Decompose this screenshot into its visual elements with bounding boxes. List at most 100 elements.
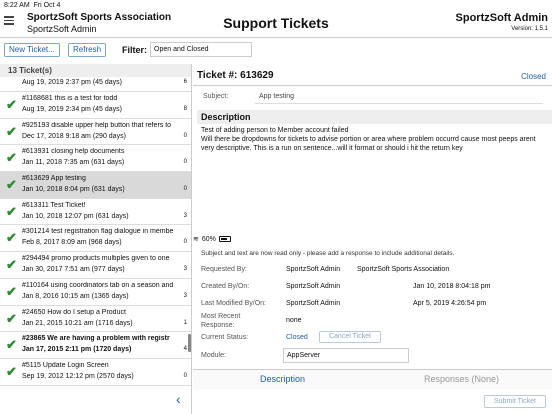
- ticket-date: Aug 19, 2019 2:37 pm (45 days): [22, 79, 123, 86]
- ticket-status-top: Closed: [521, 72, 546, 81]
- cancel-ticket-button[interactable]: Cancel Ticket: [319, 331, 381, 343]
- refresh-button[interactable]: Refresh: [68, 43, 107, 57]
- response-count: 3: [183, 212, 187, 219]
- module-field[interactable]: AppServer: [283, 348, 409, 363]
- ticket-date: Sep 19, 2012 12:12 pm (2570 days): [22, 372, 134, 380]
- list-item[interactable]: ✔ #294494 promo products multiples given …: [0, 252, 191, 279]
- modified-label: Last Modified By/On:: [201, 300, 266, 307]
- check-icon: ✔: [6, 97, 17, 112]
- check-icon: ✔: [6, 363, 17, 379]
- subject-field: App testing: [255, 90, 543, 104]
- description-text: Test of adding person to Member account …: [201, 127, 536, 152]
- detail-tabs: Description Responses (None): [193, 369, 552, 389]
- list-item[interactable]: ✔ #613629 App testing Jan 10, 2018 8:04 pm…: [0, 172, 191, 199]
- tab-responses[interactable]: Responses (None): [424, 374, 499, 384]
- subject-row: Subject: App testing: [197, 90, 548, 104]
- app-header: SportzSoft Sports Association SportzSoft…: [0, 10, 552, 38]
- recent-response-label: Most Recent Response:: [201, 313, 241, 329]
- list-item[interactable]: ✔ #301214 test registration flag dialogue…: [0, 225, 191, 253]
- ticket-date: Jan 8, 2016 10:15 am (1365 days): [22, 292, 129, 300]
- new-ticket-button[interactable]: New Ticket...: [4, 43, 60, 57]
- list-item[interactable]: Aug 19, 2019 2:37 pm (45 days) 6: [0, 77, 191, 92]
- list-scrollbar[interactable]: [188, 334, 191, 352]
- ticket-subject: #294494 promo products multiples given t…: [22, 255, 170, 263]
- ticket-list[interactable]: Aug 19, 2019 2:37 pm (45 days) 6 ✔ #1168681…: [0, 77, 191, 397]
- ticket-date: Jan 30, 2017 7:51 am (977 days): [22, 266, 125, 274]
- ticket-date: Dec 17, 2018 9:18 am (290 days): [22, 132, 126, 140]
- submit-ticket-button[interactable]: Submit Ticket: [484, 395, 546, 408]
- requested-by-label: Requested By:: [201, 266, 247, 273]
- tab-description[interactable]: Description: [260, 374, 305, 384]
- modified-on-value: Apr 5, 2019 4:26:54 pm: [413, 300, 487, 307]
- ticket-subject: #1168681 this is a test for todd: [22, 95, 118, 102]
- description-title: Description: [197, 110, 552, 124]
- ticket-count: 13 Ticket(s): [0, 64, 191, 77]
- list-item[interactable]: ✔ #613311 Test Ticket! Jan 10, 2018 12:07 …: [0, 199, 191, 226]
- list-item[interactable]: ✔ #5115 Update Login Screen Sep 19, 2012 1…: [0, 359, 191, 386]
- ticket-list-panel: 13 Ticket(s) Aug 19, 2019 2:37 pm (45 da…: [0, 64, 192, 414]
- check-icon: ✔: [6, 123, 17, 139]
- status-label: Current Status:: [201, 334, 249, 341]
- requested-by-value: SportzSoft Admin: [286, 266, 341, 273]
- ticket-date: Jan 10, 2018 12:07 pm (631 days): [22, 212, 129, 220]
- modified-by-value: SportzSoft Admin: [286, 300, 341, 307]
- check-icon: ✔: [6, 230, 17, 246]
- status-time: 8:22 AM Fri Oct 4: [4, 1, 61, 9]
- ticket-number: Ticket #: 613629: [197, 70, 274, 81]
- ticket-date: Feb 8, 2017 8:09 am (968 days): [22, 239, 122, 247]
- response-count: 8: [183, 106, 187, 112]
- list-item[interactable]: ✔ #110164 using coordinators tab on a sea…: [0, 279, 191, 306]
- response-count: 3: [183, 266, 187, 273]
- response-count: 3: [183, 292, 187, 299]
- ticket-subject: #925193 disable upper help button that r…: [22, 121, 172, 129]
- check-icon: ✔: [6, 203, 17, 219]
- created-by-value: SportzSoft Admin: [286, 283, 341, 290]
- ticket-detail-panel: Ticket #: 613629 Closed Subject: App tes…: [193, 64, 552, 414]
- ticket-date: Aug 19, 2019 2:34 pm (45 days): [22, 106, 123, 113]
- ticket-date: Jan 17, 2015 2:11 pm (1720 days): [22, 346, 132, 354]
- list-item[interactable]: ✔ #925193 disable upper help button that …: [0, 119, 191, 146]
- subject-label: Subject:: [203, 93, 229, 100]
- created-label: Created By/On:: [201, 283, 250, 290]
- check-icon: ✔: [6, 257, 17, 273]
- read-only-note: Subject and text are now read only - ple…: [201, 250, 455, 257]
- response-count: 0: [183, 132, 187, 139]
- response-count: 0: [183, 159, 187, 166]
- status-value: Closed: [286, 334, 308, 341]
- collapse-panel-icon[interactable]: ‹: [176, 391, 181, 407]
- brand-name: SportzSoft Admin: [455, 12, 548, 24]
- ticket-subject: #301214 test registration flag dialogue …: [22, 228, 174, 236]
- response-count: 0: [183, 372, 187, 379]
- response-count: 0: [183, 239, 187, 246]
- list-item[interactable]: ✔ #613931 closing help documents Jan 11, 2…: [0, 145, 191, 173]
- ticket-subject: #110164 using coordinators tab on a seas…: [22, 281, 174, 289]
- module-label: Module:: [201, 352, 226, 359]
- check-icon: ✔: [6, 150, 17, 166]
- toolbar: New Ticket... Refresh Filter: Open and C…: [0, 39, 552, 63]
- ticket-date: Jan 11, 2018 7:35 am (631 days): [22, 159, 125, 167]
- ticket-subject: #613931 closing help documents: [22, 148, 125, 156]
- check-icon: ✔: [6, 177, 17, 193]
- ticket-subject: #24650 How do I setup a Product: [22, 308, 126, 316]
- ticket-header: Ticket #: 613629 Closed: [193, 64, 552, 86]
- filter-label: Filter:: [122, 45, 148, 55]
- response-count: 0: [183, 186, 187, 193]
- ticket-subject: #613311 Test Ticket!: [22, 201, 86, 209]
- list-item[interactable]: ✔ #23865 We are having a problem with reg…: [0, 332, 191, 359]
- filter-select[interactable]: Open and Closed: [150, 42, 252, 57]
- created-on-value: Jan 10, 2018 8:04:18 pm: [413, 283, 491, 290]
- check-icon: ✔: [6, 337, 17, 353]
- response-count: 1: [183, 319, 187, 326]
- recent-response-value: none: [286, 317, 302, 324]
- ticket-subject: #613629 App testing: [22, 175, 86, 183]
- response-count: 4: [183, 346, 187, 353]
- status-bar: 8:22 AM Fri Oct 4 ≋ 60%: [0, 0, 552, 243]
- list-item[interactable]: ✔ #1168681 this is a test for todd Aug 19,…: [0, 92, 191, 119]
- ticket-subject: #23865 We are having a problem with regi…: [22, 335, 170, 343]
- check-icon: ✔: [6, 283, 17, 299]
- ticket-date: Jan 21, 2015 10:21 am (1716 days): [22, 319, 133, 327]
- ticket-subject: #5115 Update Login Screen: [22, 361, 109, 369]
- requested-org-value: SportzSoft Sports Association: [357, 266, 450, 273]
- ticket-date: Jan 10, 2018 8:04 pm (631 days): [22, 186, 125, 194]
- list-item[interactable]: ✔ #24650 How do I setup a Product Jan 21, …: [0, 306, 191, 333]
